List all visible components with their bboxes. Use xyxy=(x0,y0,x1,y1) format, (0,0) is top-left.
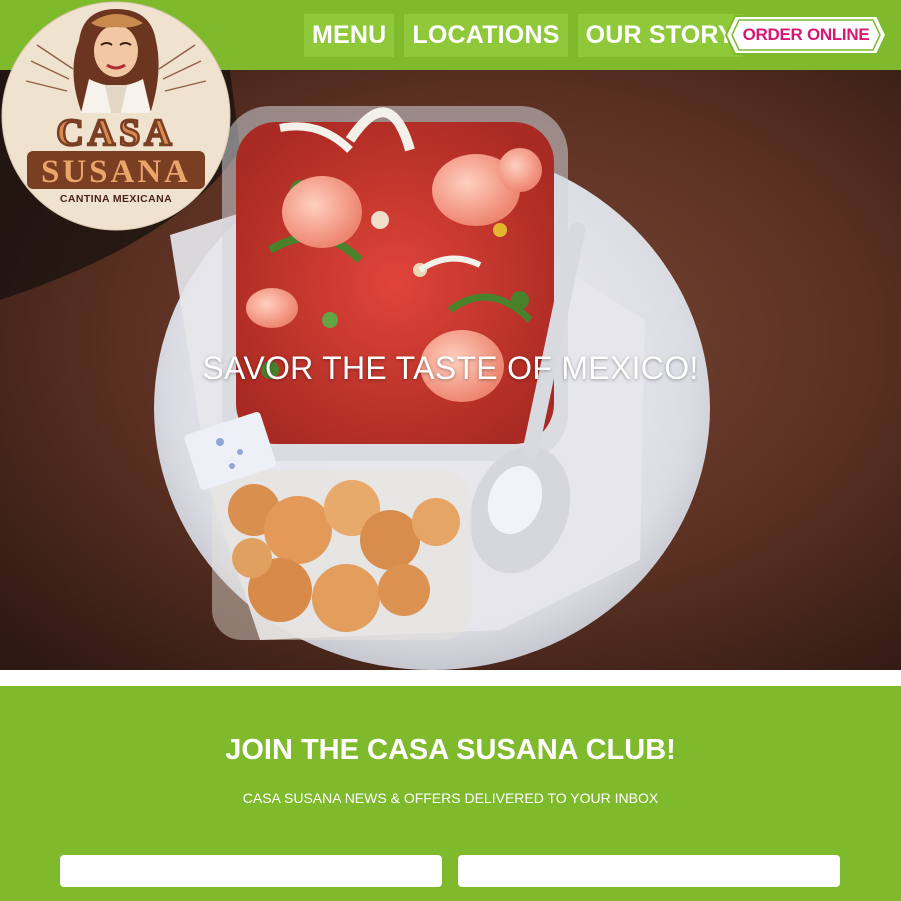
club-title: JOIN THE CASA SUSANA CLUB! xyxy=(225,734,676,766)
club-signup-section: JOIN THE CASA SUSANA CLUB! CASA SUSANA N… xyxy=(0,686,901,901)
logo-name-top: CASA xyxy=(56,112,175,154)
nav-menu-link[interactable]: MENU xyxy=(304,14,395,57)
nav-our-story-link[interactable]: OUR STORY xyxy=(577,14,743,57)
club-subtitle: CASA SUSANA NEWS & OFFERS DELIVERED TO Y… xyxy=(242,790,659,806)
main-nav: MENU LOCATIONS OUR STORY xyxy=(304,14,743,57)
nav-locations-link[interactable]: LOCATIONS xyxy=(404,14,568,57)
logo-name-bottom: SUSANA xyxy=(41,154,191,190)
logo-tagline: CANTINA MEXICANA xyxy=(60,193,172,205)
order-online-label: ORDER ONLINE xyxy=(742,25,870,44)
signup-field-1[interactable] xyxy=(60,855,442,887)
hero-headline: SAVOR THE TASTE OF MEXICO! xyxy=(202,350,699,386)
logo-badge: CASA SUSANA CANTINA MEXICANA xyxy=(1,1,231,231)
signup-field-2[interactable] xyxy=(458,855,840,887)
order-online-button[interactable]: ORDER ONLINE xyxy=(725,15,887,55)
casa-susana-logo[interactable]: CASA SUSANA CANTINA MEXICANA xyxy=(1,1,231,231)
